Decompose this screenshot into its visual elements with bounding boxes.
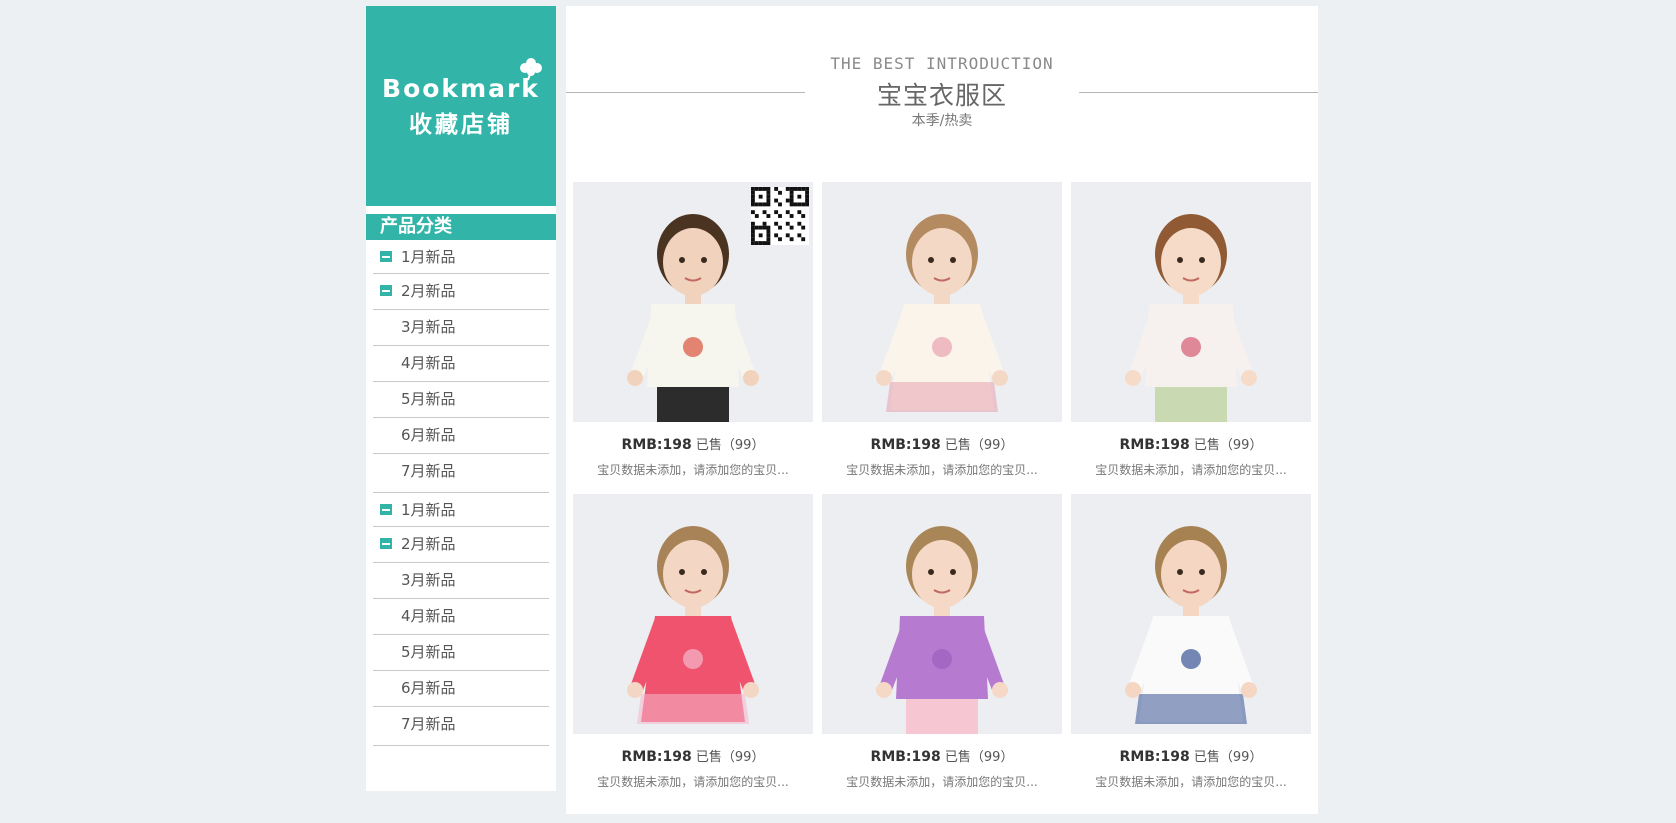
category-label: 4月新品 (401, 607, 456, 625)
category-item[interactable]: 3月新品 (373, 310, 549, 346)
product-price: RMB:198 (1119, 437, 1190, 453)
product-card[interactable]: RMB:198 已售（99） 宝贝数据未添加，请添加您的宝贝... (573, 494, 813, 789)
bookmark-title-zh: 收藏店铺 (409, 112, 513, 138)
category-item[interactable]: 5月新品 (373, 382, 549, 418)
child-photo (573, 494, 813, 734)
product-card[interactable]: RMB:198 已售（99） 宝贝数据未添加，请添加您的宝贝... (1071, 494, 1311, 789)
product-card[interactable]: RMB:198 已售（99） 宝贝数据未添加，请添加您的宝贝... (573, 182, 813, 477)
collapse-icon[interactable] (380, 538, 392, 549)
category-item[interactable]: 2月新品 (373, 527, 549, 563)
product-image[interactable] (1071, 182, 1311, 422)
product-card[interactable]: RMB:198 已售（99） 宝贝数据未添加，请添加您的宝贝... (822, 494, 1062, 789)
category-label: 1月新品 (401, 248, 456, 266)
product-description[interactable]: 宝贝数据未添加，请添加您的宝贝... (573, 461, 813, 478)
main-panel: THE BEST INTRODUCTION 宝宝衣服区 本季/热卖 RMB:19… (566, 6, 1318, 814)
product-price-line: RMB:198 已售（99） (822, 746, 1062, 765)
product-price: RMB:198 (1119, 749, 1190, 765)
category-label: 7月新品 (401, 462, 456, 480)
product-price: RMB:198 (870, 437, 941, 453)
category-label: 3月新品 (401, 571, 456, 589)
bookmark-banner[interactable]: Bookmark 收藏店铺 (366, 6, 556, 206)
sidebar: Bookmark 收藏店铺 产品分类 1月新品 2月新品 3月新品 4月新品 5月新品 6… (366, 6, 556, 791)
product-image[interactable] (573, 182, 813, 422)
category-list: 1月新品 2月新品 3月新品 4月新品 5月新品 6月新品 7月新品 1月新品 2月新品 3月新品… (373, 240, 549, 746)
product-description[interactable]: 宝贝数据未添加，请添加您的宝贝... (573, 773, 813, 790)
product-price: RMB:198 (621, 749, 692, 765)
product-card[interactable]: RMB:198 已售（99） 宝贝数据未添加，请添加您的宝贝... (822, 182, 1062, 477)
category-title: 产品分类 (380, 216, 452, 237)
category-label: 2月新品 (401, 282, 456, 300)
product-sold-count: 已售（99） (691, 750, 765, 765)
category-label: 2月新品 (401, 535, 456, 553)
section-intro-en: THE BEST INTRODUCTION (830, 54, 1054, 73)
qr-code-icon (751, 187, 809, 245)
product-sold-count: 已售（99） (940, 438, 1014, 453)
product-price-line: RMB:198 已售（99） (1071, 434, 1311, 453)
category-label: 5月新品 (401, 643, 456, 661)
bookmark-title-en: Bookmark (382, 74, 540, 103)
child-photo (1071, 182, 1311, 422)
category-item[interactable]: 6月新品 (373, 418, 549, 454)
product-sold-count: 已售（99） (1189, 438, 1263, 453)
product-sold-count: 已售（99） (940, 750, 1014, 765)
product-image[interactable] (822, 494, 1062, 734)
collapse-icon[interactable] (380, 285, 392, 296)
category-item[interactable]: 5月新品 (373, 635, 549, 671)
section-title: 宝宝衣服区 (876, 81, 1007, 110)
category-item[interactable]: 7月新品 (373, 454, 549, 493)
category-label: 4月新品 (401, 354, 456, 372)
product-sold-count: 已售（99） (1189, 750, 1263, 765)
product-price: RMB:198 (870, 749, 941, 765)
category-header: 产品分类 (366, 214, 556, 240)
category-item[interactable]: 2月新品 (373, 274, 549, 310)
product-price-line: RMB:198 已售（99） (573, 434, 813, 453)
category-label: 7月新品 (401, 715, 456, 733)
category-item[interactable]: 6月新品 (373, 671, 549, 707)
category-label: 3月新品 (401, 318, 456, 336)
category-label: 6月新品 (401, 679, 456, 697)
product-image[interactable] (822, 182, 1062, 422)
product-description[interactable]: 宝贝数据未添加，请添加您的宝贝... (822, 773, 1062, 790)
category-item[interactable]: 1月新品 (373, 240, 549, 274)
product-card[interactable]: RMB:198 已售（99） 宝贝数据未添加，请添加您的宝贝... (1071, 182, 1311, 477)
child-photo (1071, 494, 1311, 734)
product-image[interactable] (573, 494, 813, 734)
product-price-line: RMB:198 已售（99） (822, 434, 1062, 453)
product-image[interactable] (1071, 494, 1311, 734)
product-description[interactable]: 宝贝数据未添加，请添加您的宝贝... (1071, 461, 1311, 478)
product-sold-count: 已售（99） (691, 438, 765, 453)
section-subtitle: 本季/热卖 (911, 113, 973, 129)
child-photo (822, 182, 1062, 422)
category-item[interactable]: 4月新品 (373, 599, 549, 635)
category-item[interactable]: 7月新品 (373, 707, 549, 746)
product-price: RMB:198 (621, 437, 692, 453)
category-label: 1月新品 (401, 501, 456, 519)
category-label: 6月新品 (401, 426, 456, 444)
child-photo (822, 494, 1062, 734)
collapse-icon[interactable] (380, 251, 392, 262)
category-label: 5月新品 (401, 390, 456, 408)
product-price-line: RMB:198 已售（99） (1071, 746, 1311, 765)
category-item[interactable]: 4月新品 (373, 346, 549, 382)
product-description[interactable]: 宝贝数据未添加，请添加您的宝贝... (822, 461, 1062, 478)
category-item[interactable]: 1月新品 (373, 493, 549, 527)
category-item[interactable]: 3月新品 (373, 563, 549, 599)
collapse-icon[interactable] (380, 504, 392, 515)
product-description[interactable]: 宝贝数据未添加，请添加您的宝贝... (1071, 773, 1311, 790)
product-price-line: RMB:198 已售（99） (573, 746, 813, 765)
